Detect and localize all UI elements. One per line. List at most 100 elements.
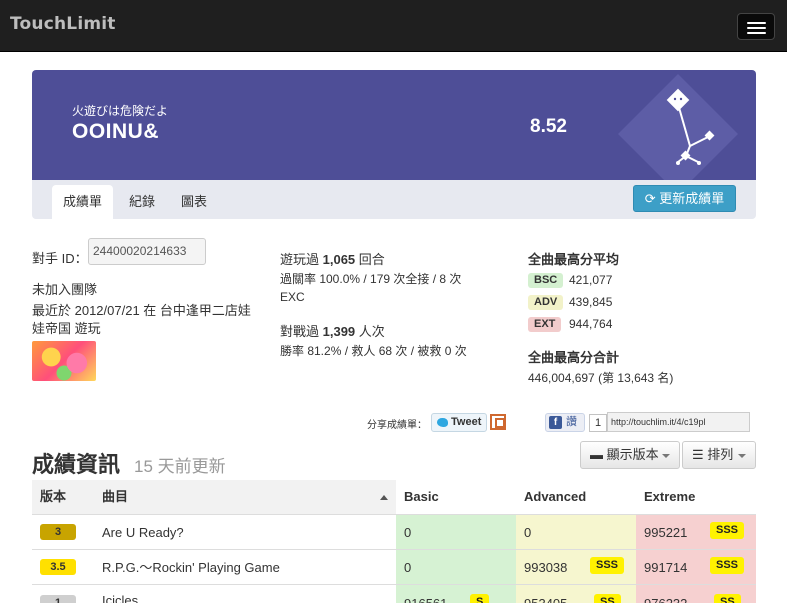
battle-count: 1,399: [322, 324, 356, 339]
bsc-value: 421,077: [569, 273, 613, 287]
extreme-score-value: 995221: [644, 525, 688, 540]
navbar: TouchLimit: [0, 0, 787, 52]
table-row[interactable]: 1 Icicles 916561 S 953405 SS 976232 SS: [32, 584, 756, 603]
battle-suffix: 人次: [355, 324, 385, 339]
update-scorecard-label: 更新成績單: [659, 191, 725, 206]
advanced-score-value: 953405: [524, 596, 567, 603]
column-header-advanced[interactable]: Advanced: [516, 480, 636, 514]
team-status: 未加入團隊: [32, 282, 98, 297]
last-seen-line2: 娃帝国 遊玩: [32, 321, 101, 336]
mascot-icon: [618, 74, 738, 182]
facebook-icon: f: [549, 416, 562, 429]
song-title[interactable]: R.P.G.～Rockin' Playing Game: [94, 550, 396, 585]
tab-records[interactable]: 紀錄: [118, 185, 166, 219]
advanced-score: 0: [516, 515, 636, 550]
player-id-field[interactable]: 24400020214633: [88, 238, 206, 265]
last-seen-line1: 最近於 2012/07/21 在 台中逢甲二店娃: [32, 303, 251, 318]
ext-badge: EXT: [528, 317, 562, 332]
advanced-grade-badge: SSS: [590, 557, 625, 574]
extreme-score: 995221 SSS: [636, 515, 756, 550]
basic-score-value: 916561: [404, 596, 447, 603]
player-id-label: 對手 ID：: [32, 251, 88, 266]
table-row[interactable]: 3 Are U Ready? 0 0 995221 SSS: [32, 514, 756, 550]
battle-prefix: 對戰過: [280, 324, 323, 339]
menu-icon: [747, 22, 766, 24]
menu-icon-bar: [747, 32, 766, 34]
player-avatar: [32, 341, 96, 381]
score-table-header: 版本 曲目 Basic Advanced Extreme: [32, 480, 756, 514]
version-badge: 1: [40, 595, 76, 603]
version-cell: 3: [32, 515, 94, 550]
played-count: 1,065: [322, 252, 356, 267]
played-count-heading: 遊玩過 1,065 回合: [280, 249, 385, 268]
clear-rate-line1: 過關率 100.0% / 179 次全接 / 8 次: [280, 272, 462, 286]
score-section-title: 成績資訊: [32, 452, 121, 477]
show-version-label: 顯示版本: [606, 447, 659, 462]
column-header-song[interactable]: 曲目: [94, 480, 396, 514]
advanced-score: 953405 SS: [516, 585, 636, 603]
column-header-extreme[interactable]: Extreme: [636, 480, 756, 514]
player-rating: 8.52: [530, 116, 567, 137]
facebook-like-label: 讚: [566, 416, 577, 428]
menu-toggle-button[interactable]: [737, 13, 775, 40]
extreme-score: 976232 SS: [636, 585, 756, 603]
advanced-score-value: 0: [524, 525, 532, 540]
share-url-field[interactable]: http://touchlim.it/4/c19pl: [607, 412, 750, 432]
table-row[interactable]: 3.5 R.P.G.～Rockin' Playing Game 0 993038…: [32, 549, 756, 585]
advanced-score: 993038 SSS: [516, 550, 636, 585]
player-name: OOINU&: [72, 120, 159, 143]
basic-score: 916561 S: [396, 585, 516, 603]
profile-banner: 火遊びは危険だよ OOINU& 8.52: [32, 70, 756, 182]
basic-score: 0: [396, 550, 516, 585]
played-prefix: 遊玩過: [280, 252, 323, 267]
total-highscore-value: 446,004,697 (第 13,643 名): [528, 371, 674, 385]
song-title[interactable]: Icicles: [94, 585, 396, 603]
advanced-grade-badge: SS: [594, 594, 621, 603]
basic-grade-badge: S: [470, 594, 490, 603]
version-cell: 3.5: [32, 550, 94, 585]
refresh-icon: ⟳: [644, 191, 656, 206]
facebook-like-count: 1: [589, 414, 607, 432]
extreme-grade-badge: SSS: [710, 557, 745, 574]
clear-rate-line2: EXC: [280, 290, 305, 304]
song-title[interactable]: Are U Ready?: [94, 515, 396, 550]
total-highscore-title: 全曲最高分合計: [528, 350, 620, 365]
plurk-icon[interactable]: [490, 414, 506, 430]
tab-scorecard[interactable]: 成績單: [52, 185, 114, 219]
version-badge: 3: [40, 524, 76, 540]
extreme-grade-badge: SSS: [710, 522, 745, 539]
basic-score-value: 0: [404, 525, 412, 540]
extreme-score-value: 976232: [644, 596, 687, 603]
sort-dropdown[interactable]: ☰ 排列: [682, 441, 756, 469]
extreme-score-value: 991714: [644, 560, 688, 575]
basic-score: 0: [396, 515, 516, 550]
menu-icon-bar: [747, 27, 766, 29]
tweet-label: Tweet: [451, 416, 482, 428]
share-label: 分享成績單：: [367, 420, 427, 431]
column-header-basic[interactable]: Basic: [396, 480, 516, 514]
facebook-like-button[interactable]: f 讚: [545, 413, 585, 432]
battle-count-heading: 對戰過 1,399 人次: [280, 321, 385, 340]
tab-bar: 成績單 紀錄 圖表 ⟳ 更新成績單: [32, 180, 756, 219]
ext-value: 944,764: [569, 317, 613, 331]
extreme-grade-badge: SS: [714, 594, 741, 603]
tab-charts[interactable]: 圖表: [170, 185, 218, 219]
win-rate-line: 勝率 81.2% / 救人 68 次 / 被救 0 次: [280, 344, 467, 358]
sort-up-icon: [380, 495, 388, 500]
sort-label: 排列: [707, 447, 734, 462]
list-icon: ☰: [692, 447, 704, 462]
show-version-dropdown[interactable]: ▬ 顯示版本: [580, 441, 680, 469]
basic-score-value: 0: [404, 560, 412, 575]
brand-logo[interactable]: TouchLimit: [10, 14, 116, 34]
column-header-version[interactable]: 版本: [32, 480, 94, 514]
chevron-down-icon: [662, 454, 670, 458]
tweet-button[interactable]: Tweet: [431, 413, 487, 432]
extreme-score: 991714 SSS: [636, 550, 756, 585]
adv-value: 439,845: [569, 295, 613, 309]
update-scorecard-button[interactable]: ⟳ 更新成績單: [633, 185, 736, 212]
avg-highscore-title: 全曲最高分平均: [528, 252, 620, 267]
chevron-down-icon: [738, 454, 746, 458]
played-suffix: 回合: [355, 252, 385, 267]
player-subtitle: 火遊びは危険だよ: [72, 104, 169, 118]
twitter-bird-icon: [437, 418, 448, 427]
